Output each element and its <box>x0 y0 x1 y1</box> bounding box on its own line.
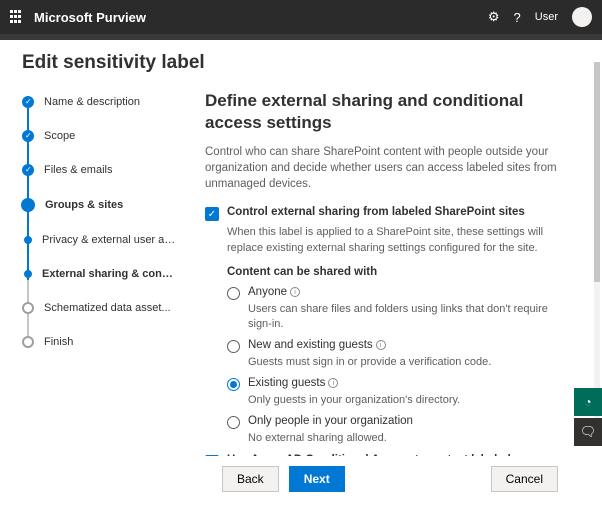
step-privacy-external[interactable]: Privacy & external user acc... <box>22 234 187 268</box>
step-name-description[interactable]: Name & description <box>22 96 187 130</box>
step-files-emails[interactable]: Files & emails <box>22 164 187 198</box>
step-scope[interactable]: Scope <box>22 130 187 164</box>
wizard-stepper: Name & description Scope Files & emails … <box>22 90 187 456</box>
content-pane: Define external sharing and conditional … <box>187 90 580 456</box>
info-icon[interactable]: i <box>376 340 386 350</box>
step-external-sharing[interactable]: External sharing & condit... <box>22 268 187 302</box>
radio-existing-guests[interactable] <box>227 378 240 391</box>
section1-desc: When this label is applied to a SharePoi… <box>227 225 572 256</box>
chat-tab-icon[interactable]: 🗨 <box>574 418 602 446</box>
back-button[interactable]: Back <box>222 466 279 492</box>
scrollbar-thumb[interactable] <box>594 62 600 282</box>
next-button[interactable]: Next <box>289 466 345 492</box>
app-launcher-icon[interactable] <box>10 10 24 24</box>
gear-icon[interactable]: ⚙ <box>488 9 500 25</box>
checkbox-control-external-sharing[interactable]: ✓ <box>205 207 219 221</box>
step-finish[interactable]: Finish <box>22 336 187 370</box>
content-description: Control who can share SharePoint content… <box>205 144 572 192</box>
scrollbar[interactable] <box>594 62 600 422</box>
step-groups-sites[interactable]: Groups & sites <box>22 198 187 234</box>
radio-new-existing-guests[interactable] <box>227 340 240 353</box>
info-icon[interactable]: i <box>328 378 338 388</box>
radio-anyone[interactable] <box>227 287 240 300</box>
radio-group-label: Content can be shared with <box>227 266 572 278</box>
brand-title: Microsoft Purview <box>34 10 488 25</box>
info-icon[interactable]: i <box>290 287 300 297</box>
checkbox-label: Control external sharing from labeled Sh… <box>227 206 525 218</box>
help-icon[interactable]: ? <box>514 10 521 25</box>
checkbox-label-2: Use Azure AD Conditional Access to prote… <box>227 454 572 456</box>
wizard-footer: Back Next Cancel <box>22 456 580 506</box>
step-schematized-data[interactable]: Schematized data asset... <box>22 302 187 336</box>
feedback-tab-icon[interactable]: ◔ <box>574 388 602 416</box>
cancel-button[interactable]: Cancel <box>491 466 558 492</box>
checkbox-azure-ad-conditional[interactable]: ✓ <box>205 455 219 456</box>
page-title: Edit sensitivity label <box>22 52 580 74</box>
avatar[interactable] <box>572 7 592 27</box>
content-title: Define external sharing and conditional … <box>205 90 572 134</box>
top-bar: Microsoft Purview ⚙ ? User <box>0 0 602 34</box>
user-label: User <box>535 11 558 23</box>
radio-only-org[interactable] <box>227 416 240 429</box>
